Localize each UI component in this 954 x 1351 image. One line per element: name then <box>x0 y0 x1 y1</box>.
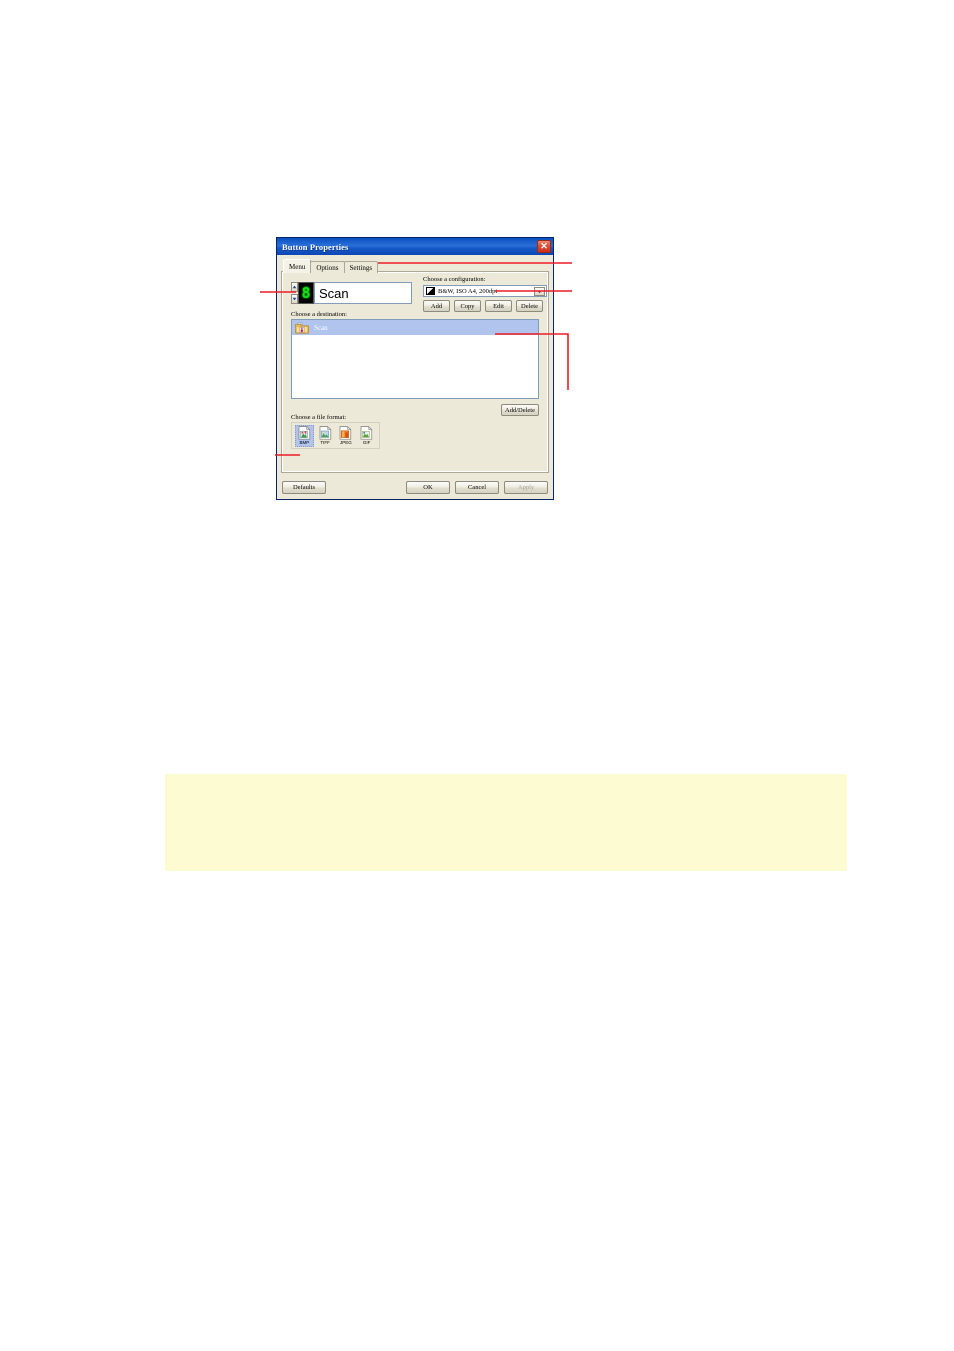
chevron-down-icon[interactable] <box>291 294 298 304</box>
defaults-label: Defaults <box>292 483 316 491</box>
destination-listbox[interactable]: Scan <box>291 319 539 399</box>
chevron-down-icon[interactable] <box>534 287 545 296</box>
chevron-up-icon[interactable] <box>291 282 298 292</box>
button-number-row: 8 Scan <box>291 282 412 304</box>
tab-panel-menu: 8 Scan Choose a configuration: B&W, ISO … <box>282 272 548 472</box>
scan-folder-icon <box>295 322 309 334</box>
delete-configuration-button[interactable]: Delete <box>516 300 543 312</box>
file-format-tiff-label: TIFF <box>320 440 330 445</box>
button-number-display: 8 <box>298 282 314 304</box>
list-item-label: Scan <box>314 323 328 332</box>
button-properties-dialog: Button Properties ✕ Menu Options Setting… <box>276 237 554 500</box>
dialog-title: Button Properties <box>282 241 349 252</box>
file-format-jpeg[interactable]: JPEG <box>337 425 356 447</box>
tab-settings[interactable]: Settings <box>343 261 379 273</box>
tab-settings-label: Settings <box>349 263 373 272</box>
button-number-spinner[interactable] <box>291 282 298 304</box>
file-format-gif-label: GIF <box>362 440 371 445</box>
tiff-file-icon <box>319 426 332 440</box>
edit-configuration-button[interactable]: Edit <box>485 300 512 312</box>
tab-options-label: Options <box>316 263 339 272</box>
gif-file-icon <box>360 426 373 440</box>
note-box <box>165 774 847 871</box>
dialog-titlebar[interactable]: Button Properties ✕ <box>277 238 553 255</box>
annotation-overlay <box>260 262 572 456</box>
tab-menu[interactable]: Menu <box>283 259 312 273</box>
bw-profile-icon <box>426 287 435 295</box>
add-delete-destination-label: Add/Delete <box>505 406 535 414</box>
add-configuration-button[interactable]: Add <box>423 300 450 312</box>
configuration-combo[interactable]: B&W, ISO A4, 200dpi <box>423 285 547 297</box>
tab-options[interactable]: Options <box>310 261 345 273</box>
configuration-selected-value: B&W, ISO A4, 200dpi <box>438 287 498 295</box>
defaults-button[interactable]: Defaults <box>282 480 326 494</box>
copy-configuration-button[interactable]: Copy <box>454 300 481 312</box>
cancel-button[interactable]: Cancel <box>455 480 499 494</box>
ok-button[interactable]: OK <box>406 480 450 494</box>
jpeg-file-icon <box>340 426 352 440</box>
dialog-body: Menu Options Settings 8 Scan Choose a co… <box>277 255 553 499</box>
cancel-label: Cancel <box>467 483 487 491</box>
menu-tab-content: 8 Scan Choose a configuration: B&W, ISO … <box>283 273 547 471</box>
file-format-label: Choose a file format: <box>291 414 347 421</box>
tabstrip: Menu Options Settings <box>283 259 379 273</box>
copy-configuration-label: Copy <box>460 302 475 310</box>
footer-right-buttons: OK Cancel Apply <box>406 480 548 494</box>
configuration-block: Choose a configuration: B&W, ISO A4, 200… <box>423 275 547 312</box>
apply-button: Apply <box>504 480 548 494</box>
configuration-label: Choose a configuration: <box>423 276 486 283</box>
ok-label: OK <box>423 483 433 491</box>
edit-configuration-label: Edit <box>493 302 504 310</box>
apply-label: Apply <box>517 483 535 491</box>
file-format-tiff[interactable]: TIFF <box>316 425 335 447</box>
destination-label: Choose a destination: <box>291 311 347 318</box>
close-icon[interactable]: ✕ <box>537 239 551 253</box>
file-format-gif[interactable]: GIF <box>357 425 376 447</box>
configuration-button-row: Add Copy Edit Delete <box>423 300 547 312</box>
bmp-file-icon <box>298 426 311 440</box>
add-delete-destination-button[interactable]: Add/Delete <box>501 404 539 416</box>
dialog-footer: Defaults OK Cancel Apply <box>282 480 548 494</box>
file-format-toolbar: BMP TIFF JPEG GIF <box>291 422 380 449</box>
add-configuration-label: Add <box>430 302 443 310</box>
delete-configuration-label: Delete <box>521 302 538 310</box>
list-item[interactable]: Scan <box>292 320 538 335</box>
file-format-bmp-label: BMP <box>299 440 310 445</box>
button-name-input[interactable]: Scan <box>314 282 412 304</box>
file-format-jpeg-label: JPEG <box>340 440 352 445</box>
button-number-value: 8 <box>301 283 311 302</box>
file-format-bmp[interactable]: BMP <box>295 424 314 447</box>
tab-menu-label: Menu <box>289 262 306 271</box>
button-name-value: Scan <box>319 285 349 301</box>
